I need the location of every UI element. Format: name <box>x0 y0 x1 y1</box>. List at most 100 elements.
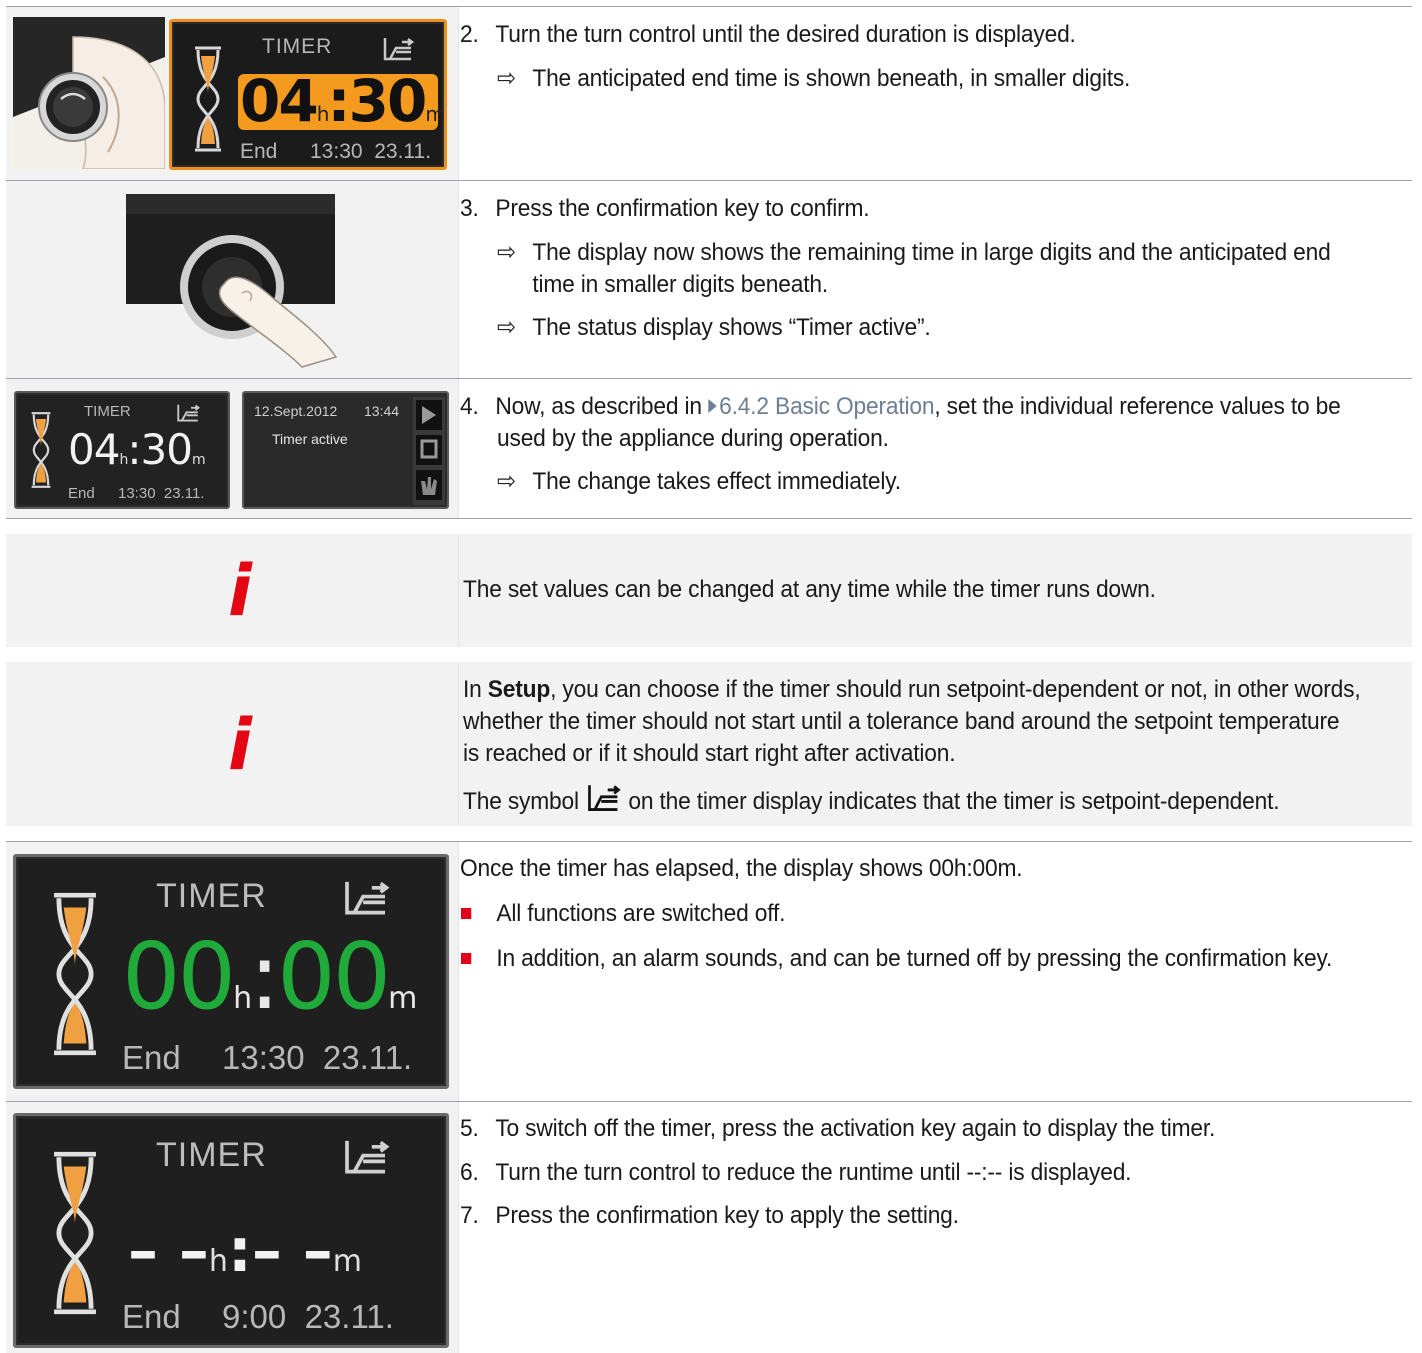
step-instruction: Turn the turn control until the desired … <box>495 21 1076 48</box>
setpoint-dependent-icon <box>177 404 200 422</box>
result-text: The display now shows the remaining time… <box>532 239 1331 266</box>
result-text-cont: time in smaller digits beneath. <box>532 271 828 298</box>
end-label: End <box>68 485 95 502</box>
basic-operation-link[interactable]: 6.4.2 Basic Operation <box>719 393 934 420</box>
timer-title: TIMER <box>84 403 131 420</box>
end-time-value: 9:00 23.11. <box>222 1298 394 1335</box>
minutes-unit: m <box>191 452 206 468</box>
time-separator: : <box>127 425 141 474</box>
timer-display-elapsed: TIMER 00h:00m End 13:30 23.11. <box>13 854 449 1089</box>
minutes-unit: m <box>332 1244 363 1279</box>
result-arrow-icon: ⇨ <box>497 468 516 495</box>
setpoint-dependent-icon <box>345 881 390 915</box>
step-instruction: Now, as described in 6.4.2 Basic Operati… <box>495 391 1340 423</box>
info-note-2-text: In Setup, you can choose if the timer sh… <box>459 662 1412 826</box>
duration-value: 04h:30m <box>240 67 445 145</box>
hourglass-icon <box>31 412 51 488</box>
result-text: The status display shows “Timer active”. <box>532 314 931 341</box>
step-4-text: 4. Now, as described in 6.4.2 Basic Oper… <box>459 379 1412 518</box>
switch-off-illustration: TIMER – –h:– –m End 9:00 23.11. <box>6 1102 459 1353</box>
end-label: End <box>240 140 278 163</box>
elapsed-intro: Once the timer has elapsed, the display … <box>460 855 1023 882</box>
hours-unit: h <box>233 981 252 1016</box>
info-icon: i <box>228 550 252 632</box>
note-text-part: The symbol <box>463 788 579 815</box>
end-time-value: 13:30 23.11. <box>222 1039 413 1076</box>
status-text: Timer active <box>272 431 348 447</box>
manual-page: TIMER 04h:30m End 13:30 23.11. 2. Turn t… <box>0 0 1422 1353</box>
confirmation-key-photo <box>126 194 338 368</box>
step-instruction: Press the confirmation key to confirm. <box>495 195 870 222</box>
end-time-value: 13:30 23.11. <box>118 485 205 502</box>
minutes-value: – – <box>251 1216 333 1286</box>
info-icon-cell: i <box>6 662 459 826</box>
link-triangle-icon <box>708 399 717 413</box>
hours-value: 04 <box>68 425 120 474</box>
result-arrow-icon: ⇨ <box>497 239 516 266</box>
step-2-text: 2. Turn the turn control until the desir… <box>459 7 1412 180</box>
hourglass-icon <box>54 1151 96 1315</box>
setup-term: Setup <box>487 676 551 703</box>
status-time: 13:44 <box>364 403 400 419</box>
minutes-value: 30 <box>348 67 428 135</box>
switch-off-row: TIMER – –h:– –m End 9:00 23.11. 5. To sw… <box>6 1101 1412 1353</box>
step-row-4: TIMER 04h:30m End 13:30 23.11. 12.Sept.2… <box>6 378 1412 519</box>
status-date: 12.Sept.2012 <box>254 403 338 419</box>
timer-title: TIMER <box>262 35 333 58</box>
turn-control-photo <box>13 17 165 169</box>
bullet-text: All functions are switched off. <box>496 900 786 927</box>
step-row-2: TIMER 04h:30m End 13:30 23.11. 2. Turn t… <box>6 6 1412 180</box>
result-text: The anticipated end time is shown beneat… <box>532 65 1131 92</box>
step-text-part: Now, as described in <box>495 393 709 420</box>
end-label: End <box>122 1298 181 1335</box>
step-2-illustration: TIMER 04h:30m End 13:30 23.11. <box>6 7 459 180</box>
info-icon-cell: i <box>6 534 459 647</box>
info-note-2: i In Setup, you can choose if the timer … <box>6 662 1412 826</box>
step-instruction: Press the confirmation key to apply the … <box>495 1202 959 1229</box>
note-text-part: In <box>463 676 488 703</box>
hours-value: – – <box>128 1216 209 1286</box>
result-text: The change takes effect immediately. <box>532 468 901 495</box>
timer-title: TIMER <box>156 1136 267 1174</box>
elapsed-text: Once the timer has elapsed, the display … <box>459 842 1412 1101</box>
bullet-text: In addition, an alarm sounds, and can be… <box>496 945 1333 972</box>
step-text-part: , set the individual reference values to… <box>934 393 1341 420</box>
time-separator: : <box>327 67 350 135</box>
switch-off-steps: 5. To switch off the timer, press the ac… <box>459 1102 1412 1353</box>
timer-display-off: TIMER – –h:– –m End 9:00 23.11. <box>13 1113 449 1348</box>
info-note-1-text: The set values can be changed at any tim… <box>459 534 1412 647</box>
note-text-part: on the timer display indicates that the … <box>628 788 1280 815</box>
step-number: 7. <box>460 1202 479 1229</box>
disabled-time: – –h:– –m <box>128 1216 362 1297</box>
step-row-3: 3. Press the confirmation key to confirm… <box>6 180 1412 378</box>
setpoint-dependent-icon <box>345 1140 390 1174</box>
minutes-value: 00 <box>277 923 391 1030</box>
hours-unit: h <box>208 1244 228 1279</box>
minutes-unit: m <box>388 981 417 1016</box>
bullet-marker <box>461 908 472 919</box>
setpoint-dependent-icon <box>383 38 414 61</box>
step-number: 2. <box>460 21 479 48</box>
timer-display-setting: TIMER 04h:30m End 13:30 23.11. <box>169 19 447 170</box>
timer-title: TIMER <box>156 877 267 915</box>
side-control-icons <box>416 400 442 500</box>
status-display: 12.Sept.2012 13:44 Timer active <box>242 391 449 509</box>
bullet-marker <box>461 953 472 964</box>
note-text: The set values can be changed at any tim… <box>463 576 1156 603</box>
hourglass-icon <box>195 46 221 152</box>
time-separator: : <box>227 1216 252 1286</box>
end-label: End <box>122 1039 181 1076</box>
step-instruction: To switch off the timer, press the activ… <box>495 1115 1216 1142</box>
result-arrow-icon: ⇨ <box>497 314 516 341</box>
timer-elapsed-row: TIMER 00h:00m End 13:30 23.11. Once the … <box>6 841 1412 1101</box>
step-number: 3. <box>460 195 479 222</box>
timer-display-running: TIMER 04h:30m End 13:30 23.11. <box>14 391 230 509</box>
note-line-3: is reached or if it should start right a… <box>463 740 956 767</box>
setpoint-dependent-icon <box>588 785 621 811</box>
step-3-illustration <box>6 181 459 378</box>
note-line-1: In Setup, you can choose if the timer sh… <box>463 674 1361 706</box>
info-note-1: i The set values can be changed at any t… <box>6 534 1412 647</box>
step-instruction: Turn the turn control to reduce the runt… <box>495 1159 1132 1186</box>
hourglass-icon <box>54 892 96 1056</box>
result-arrow-icon: ⇨ <box>497 65 516 92</box>
